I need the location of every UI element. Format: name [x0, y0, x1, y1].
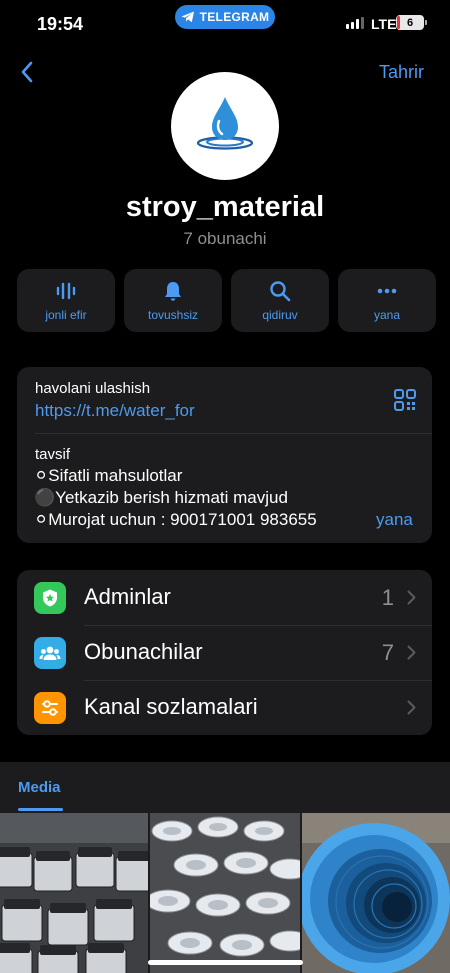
white-fittings-photo [150, 813, 300, 973]
network-label: LTE [371, 16, 397, 32]
description-more-link[interactable]: yana [376, 510, 413, 530]
media-section: Media [0, 762, 450, 973]
battery-label: 6 [406, 16, 414, 29]
settings-sliders-icon [34, 692, 66, 724]
live-stream-button[interactable]: jonli efir [17, 269, 115, 332]
description-line: ⚫️Yetkazib berish hizmati mavjud [34, 488, 288, 507]
mute-button[interactable]: tovushsiz [124, 269, 222, 332]
menu-item-label: Adminlar [84, 584, 171, 609]
description-text: ⚪Sifatli mahsulotlar ⚫️Yetkazib berish h… [34, 465, 394, 531]
edit-button[interactable]: Tahrir [379, 62, 424, 83]
bell-icon [165, 282, 181, 301]
more-icon [377, 288, 397, 294]
media-grid [0, 813, 450, 973]
qr-code-button[interactable] [393, 388, 417, 412]
action-row: jonli efir tovushsiz qidiruv yana [17, 269, 436, 332]
home-indicator[interactable] [148, 960, 303, 965]
status-bar: 19:54 TELEGRAM LTE 6 [0, 0, 450, 44]
menu-item-channel-settings[interactable]: Kanal sozlamalari [17, 680, 432, 735]
channel-link[interactable]: https://t.me/water_for [35, 401, 195, 421]
pipe-fittings-photo [0, 813, 148, 973]
media-thumbnail[interactable] [302, 813, 450, 973]
chevron-right-icon [407, 645, 416, 660]
tab-media[interactable]: Media [18, 779, 61, 796]
chevron-right-icon [407, 700, 416, 715]
live-stream-icon [56, 282, 76, 300]
paper-plane-icon [181, 11, 194, 23]
battery-icon: 6 [396, 15, 427, 30]
battery-fill [397, 16, 400, 29]
blue-pipe-photo [302, 813, 450, 973]
admin-badge-icon [34, 582, 66, 614]
description-line: ⚪Sifatli mahsulotlar [34, 466, 183, 485]
people-icon [34, 637, 66, 669]
menu-item-subscribers[interactable]: Obunachilar 7 [17, 625, 432, 680]
telegram-pill-label: TELEGRAM [199, 10, 270, 24]
description-label: tavsif [35, 446, 71, 463]
qr-code-icon [394, 389, 416, 411]
description-fade [347, 507, 377, 531]
more-button[interactable]: yana [338, 269, 436, 332]
back-button[interactable] [20, 60, 42, 84]
channel-menu: Adminlar 1 Obunachilar 7 Kanal sozlamala… [17, 570, 432, 735]
chevron-left-icon [21, 61, 33, 83]
water-drop-logo-icon [196, 97, 254, 150]
chevron-right-icon [407, 590, 416, 605]
search-icon [270, 281, 291, 302]
info-card: havolani ulashish https://t.me/water_for… [17, 367, 432, 543]
menu-item-count: 1 [381, 585, 394, 610]
signal-icon [346, 17, 364, 29]
media-thumbnail[interactable] [0, 813, 148, 973]
channel-name: stroy_material [125, 191, 325, 223]
mute-label: tovushsiz [147, 308, 199, 322]
search-button[interactable]: qidiruv [231, 269, 329, 332]
telegram-pill[interactable]: TELEGRAM [175, 5, 275, 29]
channel-avatar[interactable] [171, 72, 279, 180]
tab-media-indicator [18, 808, 63, 811]
description-line: ⚪Murojat uchun : 900171001 983655 [34, 510, 317, 529]
subscriber-count: 7 obunachi [183, 229, 267, 248]
menu-item-count: 7 [381, 640, 394, 665]
menu-item-label: Obunachilar [84, 639, 203, 664]
search-label: qidiruv [262, 308, 298, 322]
live-stream-label: jonli efir [45, 308, 87, 322]
menu-item-label: Kanal sozlamalari [84, 694, 258, 719]
share-link-label: havolani ulashish [35, 380, 151, 397]
media-thumbnail[interactable] [150, 813, 300, 973]
menu-item-admins[interactable]: Adminlar 1 [17, 570, 432, 625]
more-label: yana [373, 308, 401, 322]
clock: 19:54 [37, 14, 84, 34]
info-divider [35, 433, 432, 434]
